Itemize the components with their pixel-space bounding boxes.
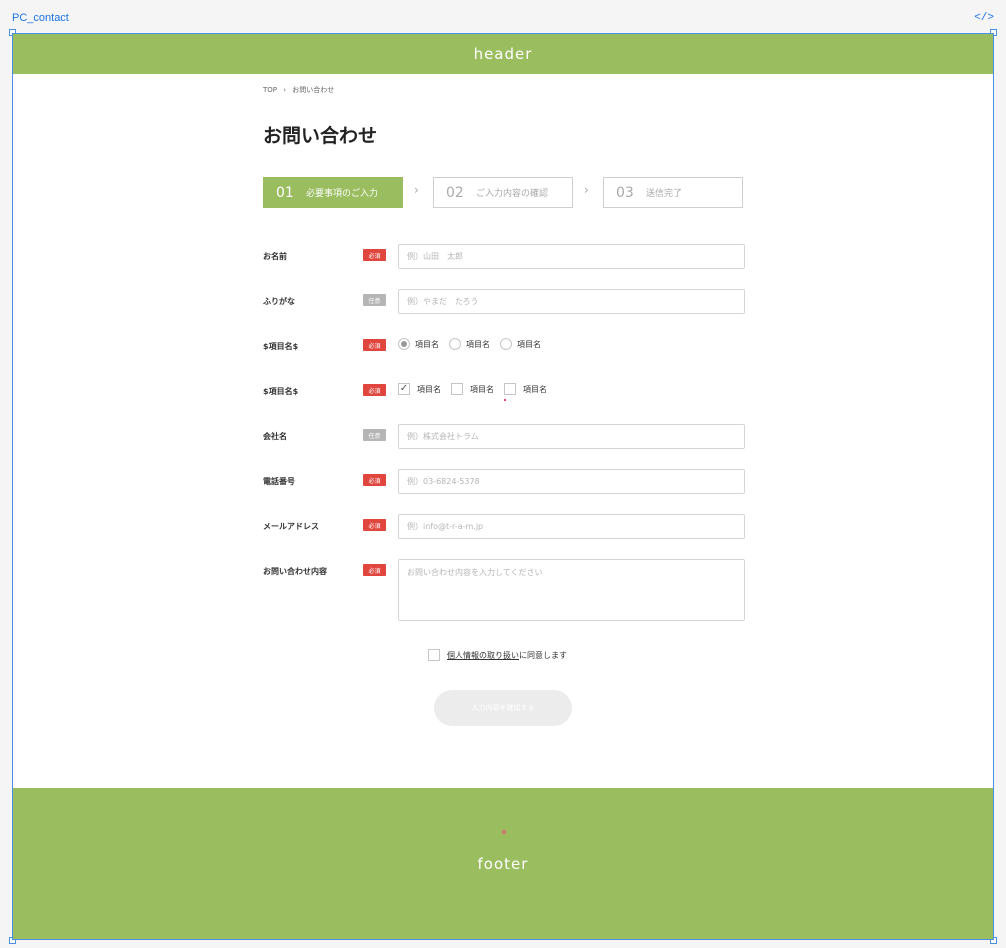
radio-group: 項目名 項目名 項目名 (398, 338, 551, 350)
step-3: 03 送信完了 (603, 177, 743, 208)
editor-topbar: PC_contact </> (0, 0, 1006, 32)
site-header: header (13, 34, 993, 74)
chevron-right-icon: › (584, 183, 589, 197)
step-1: 01 必要事項のご入力 (263, 177, 403, 208)
code-icon[interactable]: </> (974, 12, 994, 24)
optional-badge: 任意 (363, 294, 386, 306)
checkbox-option[interactable]: 項目名 (504, 383, 547, 395)
chevron-right-icon: › (414, 183, 419, 197)
checkbox[interactable] (504, 383, 516, 395)
required-badge: 必須 (363, 519, 386, 531)
required-badge: 必須 (363, 249, 386, 261)
checkbox-checked[interactable]: ✓ (398, 383, 410, 395)
radio-button-checked[interactable] (398, 338, 410, 350)
field-label: ふりがな (263, 297, 295, 306)
checkbox-group: ✓ 項目名 項目名 項目名 (398, 383, 557, 395)
step-indicator: 01 必要事項のご入力 › 02 ご入力内容の確認 › 03 送信完了 (263, 177, 745, 208)
email-input[interactable] (398, 514, 745, 539)
radio-label: 項目名 (415, 339, 439, 349)
checkbox-label: 項目名 (417, 384, 441, 394)
agree-suffix: に同意します (519, 650, 567, 660)
checkbox-label: 項目名 (523, 384, 547, 394)
field-label: $項目名$ (263, 342, 299, 351)
check-icon: ✓ (399, 383, 409, 394)
step-label: 必要事項のご入力 (306, 189, 379, 199)
required-badge: 必須 (363, 474, 386, 486)
field-label: メールアドレス (263, 522, 319, 531)
site-footer: footer (13, 788, 993, 939)
header-text: header (473, 45, 533, 63)
radio-label: 項目名 (517, 339, 541, 349)
radio-button[interactable] (449, 338, 461, 350)
required-badge: 必須 (363, 564, 386, 576)
optional-badge: 任意 (363, 429, 386, 441)
checkbox-label: 項目名 (470, 384, 494, 394)
name-input[interactable] (398, 244, 745, 269)
checkbox-option[interactable]: ✓ 項目名 (398, 383, 441, 395)
marker-dot (504, 399, 506, 401)
message-textarea[interactable] (398, 559, 745, 621)
step-number: 03 (616, 184, 634, 201)
agree-checkbox[interactable] (428, 649, 440, 661)
radio-button[interactable] (500, 338, 512, 350)
page-frame: header TOP › お問い合わせ お問い合わせ 01 必要事項のご入力 ›… (12, 33, 994, 940)
breadcrumb-home[interactable]: TOP (263, 86, 277, 94)
frame-label[interactable]: PC_contact (12, 12, 69, 24)
company-input[interactable] (398, 424, 745, 449)
field-label: お名前 (263, 252, 287, 261)
breadcrumb-current: お問い合わせ (292, 86, 335, 94)
phone-input[interactable] (398, 469, 745, 494)
page-title: お問い合わせ (263, 125, 378, 147)
field-label: お問い合わせ内容 (263, 567, 327, 576)
kana-input[interactable] (398, 289, 745, 314)
step-2: 02 ご入力内容の確認 (433, 177, 573, 208)
radio-option[interactable]: 項目名 (398, 338, 439, 350)
step-label: ご入力内容の確認 (476, 189, 549, 199)
step-label: 送信完了 (646, 189, 683, 199)
checkbox[interactable] (451, 383, 463, 395)
step-number: 01 (276, 184, 294, 201)
field-label: 会社名 (263, 432, 287, 441)
field-label: $項目名$ (263, 387, 299, 396)
radio-option[interactable]: 項目名 (449, 338, 490, 350)
breadcrumb-separator: › (283, 86, 287, 94)
required-badge: 必須 (363, 339, 386, 351)
radio-label: 項目名 (466, 339, 490, 349)
marker-dot (502, 830, 506, 834)
required-badge: 必須 (363, 384, 386, 396)
confirm-button[interactable]: 入力内容を確認する (434, 690, 572, 726)
radio-option[interactable]: 項目名 (500, 338, 541, 350)
step-number: 02 (446, 184, 464, 201)
checkbox-option[interactable]: 項目名 (451, 383, 494, 395)
breadcrumb: TOP › お問い合わせ (263, 85, 334, 95)
field-label: 電話番号 (263, 477, 295, 486)
privacy-policy-link[interactable]: 個人情報の取り扱い (447, 650, 519, 661)
footer-text: footer (477, 854, 529, 873)
privacy-agreement: 個人情報の取り扱い に同意します (428, 649, 567, 661)
